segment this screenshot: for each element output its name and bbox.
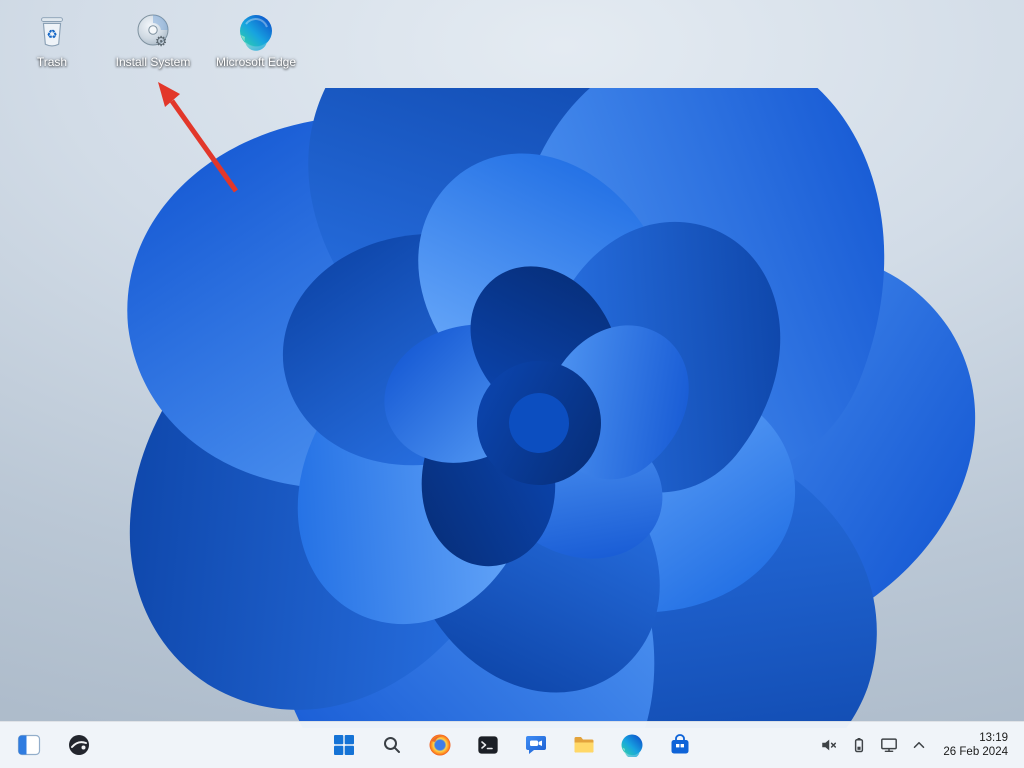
- desktop-icon-label: Trash: [36, 55, 68, 69]
- file-explorer-icon[interactable]: [567, 728, 601, 762]
- volume-muted-icon[interactable]: [817, 728, 841, 762]
- network-ethernet-icon[interactable]: [877, 728, 901, 762]
- desktop-icon-trash[interactable]: ♻ Trash: [6, 10, 98, 69]
- terminal-icon[interactable]: [471, 728, 505, 762]
- desktop-icon-microsoft-edge[interactable]: Microsoft Edge: [210, 10, 302, 69]
- svg-text:⚙: ⚙: [155, 34, 168, 50]
- clock-date: 26 Feb 2024: [943, 746, 1008, 758]
- search-icon[interactable]: [375, 728, 409, 762]
- desktop-icon-install-system[interactable]: ⚙ Install System: [107, 10, 199, 69]
- taskbar: 13:19 26 Feb 2024: [0, 721, 1024, 768]
- edge-browser-icon: [235, 10, 277, 52]
- battery-icon[interactable]: [847, 728, 871, 762]
- desktop-icon-label: Install System: [115, 55, 191, 69]
- taskbar-tray: 13:19 26 Feb 2024: [817, 722, 1016, 768]
- chevron-up-icon[interactable]: [907, 728, 931, 762]
- clock-time: 13:19: [979, 732, 1008, 744]
- taskbar-center-group: [327, 722, 697, 768]
- edge-icon[interactable]: [615, 728, 649, 762]
- recycle-bin-icon: ♻: [31, 10, 73, 52]
- start-button[interactable]: [327, 728, 361, 762]
- svg-text:♻: ♻: [46, 28, 57, 42]
- wallpaper-bloom: [84, 88, 1004, 728]
- chat-icon[interactable]: [519, 728, 553, 762]
- taskbar-left-group: [12, 722, 96, 768]
- desktop: ♻ Trash ⚙ Install System Microsoft Edge: [0, 0, 1024, 768]
- dark-globe-app-icon[interactable]: [62, 728, 96, 762]
- installer-disc-icon: ⚙: [132, 10, 174, 52]
- desktop-icon-label: Microsoft Edge: [215, 55, 297, 69]
- store-icon[interactable]: [663, 728, 697, 762]
- clock[interactable]: 13:19 26 Feb 2024: [937, 731, 1016, 759]
- firefox-icon[interactable]: [423, 728, 457, 762]
- window-app-icon[interactable]: [12, 728, 46, 762]
